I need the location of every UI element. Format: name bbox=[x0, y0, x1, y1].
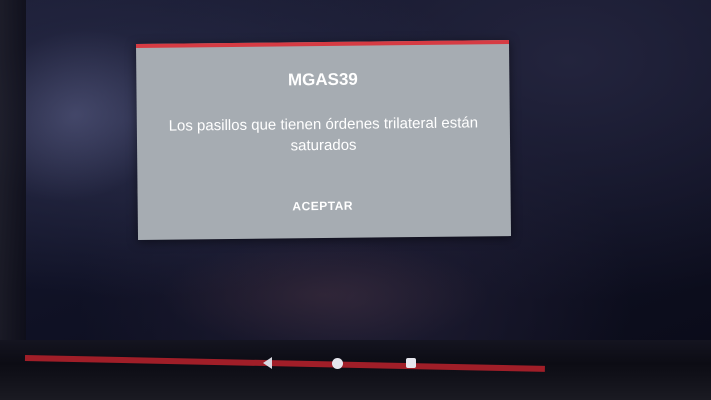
back-icon[interactable] bbox=[256, 352, 278, 374]
device-screen-photo: MGAS39 Los pasillos que tienen órdenes t… bbox=[0, 0, 711, 400]
dialog-title: MGAS39 bbox=[287, 69, 358, 90]
accept-button[interactable]: ACEPTAR bbox=[268, 191, 378, 220]
dialog-message: Los pasillos que tienen órdenes trilater… bbox=[168, 114, 479, 155]
android-nav-bar bbox=[200, 346, 480, 376]
home-icon[interactable] bbox=[326, 352, 348, 374]
recents-icon[interactable] bbox=[400, 352, 422, 374]
screen-reflection bbox=[160, 240, 490, 350]
alert-dialog: MGAS39 Los pasillos que tienen órdenes t… bbox=[135, 40, 512, 240]
